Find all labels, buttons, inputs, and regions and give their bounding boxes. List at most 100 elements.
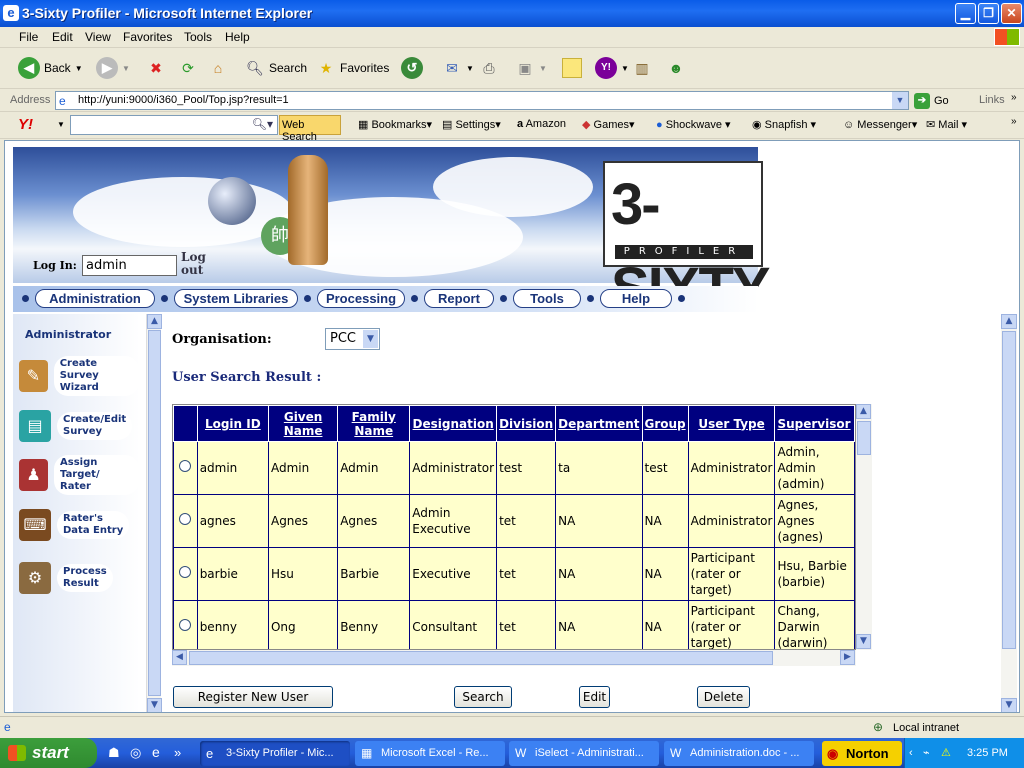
address-input[interactable]: e http://yuni:9000/i360_Pool/Top.jsp?res…: [55, 91, 909, 110]
row-select-radio[interactable]: [179, 513, 192, 525]
yahoo-logo-icon[interactable]: Y!: [18, 116, 33, 133]
nav-processing[interactable]: Processing: [317, 289, 405, 308]
tray-warning-icon[interactable]: ⚠: [941, 738, 951, 768]
forward-button[interactable]: ▶ ▼: [96, 55, 130, 81]
row-select-radio[interactable]: [179, 566, 192, 578]
yahoo-button[interactable]: Y! ▼: [595, 55, 629, 81]
quicklaunch-app-icon[interactable]: ◎: [130, 745, 141, 761]
search-button[interactable]: 🔍︎ Search: [245, 55, 307, 81]
mail-button[interactable]: ✉ ▼: [442, 55, 474, 81]
tray-expand-icon[interactable]: ‹: [909, 738, 913, 768]
nav-administration[interactable]: Administration: [35, 289, 155, 308]
address-dropdown-icon[interactable]: ▼: [892, 92, 908, 109]
snapfish-button[interactable]: ◉ Snapfish ▾: [752, 118, 816, 131]
column-header[interactable]: Given Name: [267, 405, 339, 442]
menu-edit[interactable]: Edit: [52, 30, 73, 44]
register-new-user-button[interactable]: Register New User: [173, 686, 333, 708]
table-scroll-up-icon[interactable]: ▲: [856, 404, 871, 419]
logout-link[interactable]: Log out: [181, 251, 206, 277]
quicklaunch-ie-icon[interactable]: e: [152, 744, 160, 760]
messenger-button[interactable]: ☻: [666, 55, 686, 81]
sidebar-item-process-result[interactable]: ⚙ Process Result: [19, 558, 139, 598]
nav-help[interactable]: Help: [600, 289, 672, 308]
page-scroll-up-icon[interactable]: ▲: [1001, 314, 1017, 329]
favorites-button[interactable]: ★ Favorites: [316, 55, 390, 81]
minimize-button[interactable]: ▁: [955, 3, 976, 24]
table-vscroll-thumb[interactable]: [857, 421, 871, 455]
scroll-up-icon[interactable]: ▲: [147, 314, 162, 329]
search-button-page[interactable]: Search: [454, 686, 512, 708]
yahoo-search-input[interactable]: 🔍︎▾: [70, 115, 278, 135]
norton-button[interactable]: ◉ Norton: [822, 741, 902, 766]
chevron-right-icon[interactable]: »: [1011, 92, 1017, 103]
edit-button-page[interactable]: Edit: [579, 686, 610, 708]
show-desktop-icon[interactable]: ☗: [108, 745, 120, 761]
table-row[interactable]: admin Admin Admin Administrator test ta …: [173, 441, 855, 495]
yahoo-chevron-right-icon[interactable]: »: [1011, 116, 1017, 127]
table-row[interactable]: barbie Hsu Barbie Executive tet NA NA Pa…: [173, 547, 855, 601]
organisation-select[interactable]: PCC ▼: [325, 328, 380, 350]
column-header[interactable]: Group: [641, 405, 689, 442]
bookmarks-button[interactable]: ▦ Bookmarks▾: [358, 118, 432, 131]
sidebar-item-create-survey-wizard[interactable]: ✎ Create Survey Wizard: [19, 356, 139, 396]
sidebar-item-assign-target-rater[interactable]: ♟ Assign Target/Rater: [19, 455, 139, 495]
page-scroll-thumb[interactable]: [1002, 331, 1016, 649]
sidebar-item-create-edit-survey[interactable]: ▤ Create/Edit Survey: [19, 406, 139, 446]
page-scrollbar[interactable]: ▲ ▼: [1001, 314, 1017, 712]
menu-help[interactable]: Help: [225, 30, 250, 44]
nav-system-libraries[interactable]: System Libraries: [174, 289, 298, 308]
start-button[interactable]: start: [0, 738, 97, 768]
table-vertical-scrollbar[interactable]: ▲ ▼: [856, 404, 872, 650]
page-scroll-down-icon[interactable]: ▼: [1001, 698, 1017, 712]
menu-favorites[interactable]: Favorites: [123, 30, 172, 44]
table-scroll-down-icon[interactable]: ▼: [856, 634, 871, 649]
web-search-button[interactable]: Web Search: [279, 115, 341, 143]
close-button[interactable]: ✕: [1001, 3, 1022, 24]
table-row[interactable]: agnes Agnes Agnes Admin Executive tet NA…: [173, 494, 855, 548]
amazon-button[interactable]: a Amazon: [517, 118, 566, 130]
nav-tools[interactable]: Tools: [513, 289, 581, 308]
sidebar-item-raters-data-entry[interactable]: ⌨ Rater's Data Entry: [19, 505, 139, 545]
edit-button[interactable]: ▣ ▼: [515, 55, 547, 81]
menu-tools[interactable]: Tools: [184, 30, 212, 44]
menu-file[interactable]: File: [19, 30, 38, 44]
messenger-button-yahoo[interactable]: ☺ Messenger▾: [843, 118, 917, 131]
delete-button[interactable]: Delete: [697, 686, 750, 708]
yahoo-menu-chevron-icon[interactable]: ▼: [57, 120, 65, 129]
restore-button[interactable]: ❐: [978, 3, 999, 24]
table-scroll-left-icon[interactable]: ◀: [172, 650, 187, 665]
home-button[interactable]: ⌂: [208, 55, 228, 81]
notes-button[interactable]: [562, 55, 582, 81]
mail-button-yahoo[interactable]: ✉ Mail ▾: [926, 118, 967, 131]
scroll-down-icon[interactable]: ▼: [147, 698, 162, 712]
table-scroll-right-icon[interactable]: ▶: [840, 650, 855, 665]
column-header[interactable]: Department: [555, 405, 643, 442]
links-label[interactable]: Links: [979, 94, 1005, 106]
table-hscroll-thumb[interactable]: [189, 651, 773, 665]
tray-network-icon[interactable]: ⌁: [923, 738, 930, 768]
taskbar-item-administration-doc[interactable]: W Administration.doc - ...: [664, 741, 814, 766]
table-horizontal-scrollbar[interactable]: ◀ ▶: [172, 650, 856, 666]
column-header[interactable]: User Type: [687, 405, 776, 442]
column-header[interactable]: Division: [496, 405, 557, 442]
quicklaunch-chevron-icon[interactable]: »: [174, 745, 181, 760]
table-row[interactable]: benny Ong Benny Consultant tet NA NA Par…: [173, 600, 855, 649]
shockwave-button[interactable]: ● Shockwave ▾: [656, 118, 731, 131]
taskbar-item-iselect[interactable]: W iSelect - Administrati...: [509, 741, 659, 766]
history-button[interactable]: ↺: [401, 55, 423, 81]
column-header[interactable]: Designation: [409, 405, 498, 442]
menu-view[interactable]: View: [85, 30, 111, 44]
stop-button[interactable]: ✖: [146, 55, 166, 81]
column-header[interactable]: Login ID: [196, 405, 269, 442]
sidebar-scrollbar[interactable]: ▲ ▼: [146, 314, 162, 712]
games-button[interactable]: ◆ Games▾: [582, 118, 635, 131]
row-select-radio[interactable]: [179, 460, 192, 472]
back-button[interactable]: ◀ Back ▼: [18, 55, 83, 81]
print-button[interactable]: ⎙: [479, 55, 499, 81]
refresh-button[interactable]: ⟳: [178, 55, 198, 81]
research-button[interactable]: ▥: [632, 55, 652, 81]
clock[interactable]: 3:25 PM: [967, 738, 1008, 768]
settings-button[interactable]: ▤ Settings▾: [442, 118, 501, 131]
column-header[interactable]: Supervisor: [774, 405, 855, 442]
taskbar-item-profiler[interactable]: e 3-Sixty Profiler - Mic...: [200, 741, 350, 766]
